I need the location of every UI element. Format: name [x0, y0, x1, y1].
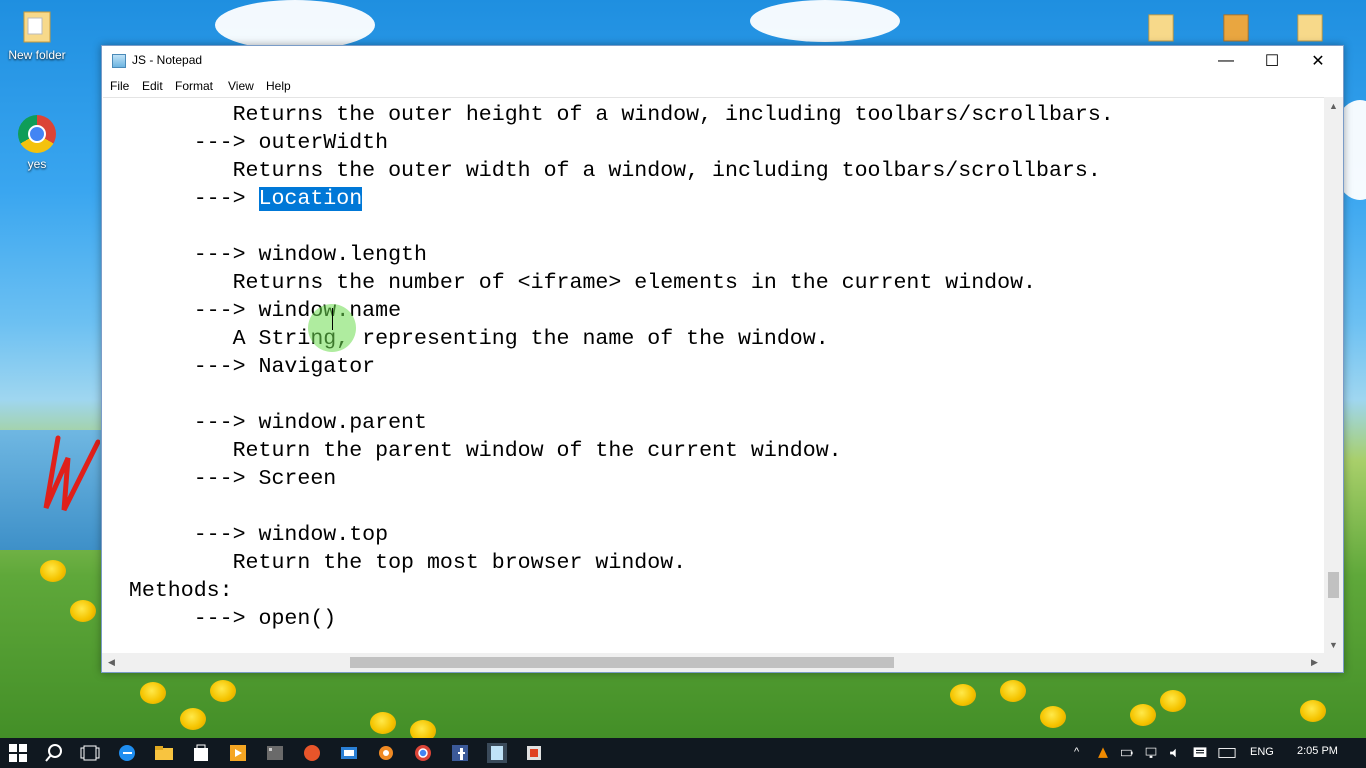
scroll-down-arrow-icon[interactable]: ▼ [1324, 636, 1343, 653]
editor-line: ---> window.parent [103, 411, 427, 435]
cloud [750, 0, 900, 42]
taskbar: ^ ENG 2:05 PM [0, 738, 1366, 768]
editor-line: Methods: [103, 579, 233, 603]
editor-line: A String, representing the name of the w… [103, 327, 829, 351]
flower [210, 680, 236, 702]
editor-line: ---> window.length [103, 243, 427, 267]
network-icon[interactable] [1144, 743, 1158, 763]
flower [1160, 690, 1186, 712]
horizontal-scroll-thumb[interactable] [350, 657, 894, 668]
text-editor[interactable]: Returns the outer height of a window, in… [103, 97, 1324, 654]
horizontal-scrollbar[interactable]: ◀ ▶ [102, 653, 1324, 672]
flower [950, 684, 976, 706]
desktop-icon-new-folder[interactable]: New folder [2, 10, 72, 62]
clock-time[interactable]: 2:05 PM [1297, 745, 1338, 757]
desktop-icon-chrome[interactable]: yes [2, 115, 72, 171]
editor-line: ---> window.top [103, 523, 389, 547]
line-prefix: ---> [103, 187, 259, 211]
text-cursor-icon [332, 308, 333, 330]
edge-icon[interactable] [117, 743, 137, 763]
facebook-icon[interactable] [450, 743, 470, 763]
flower [140, 682, 166, 704]
folder-icon[interactable] [1296, 10, 1324, 44]
app-icon[interactable] [524, 743, 544, 763]
editor-line: ---> open() [103, 607, 337, 631]
volume-icon[interactable] [1168, 743, 1182, 763]
search-icon[interactable] [44, 743, 64, 763]
flower [1000, 680, 1026, 702]
film-icon[interactable] [265, 743, 285, 763]
task-view-icon[interactable] [80, 743, 100, 763]
app-icon[interactable] [302, 743, 322, 763]
battery-icon[interactable] [1120, 743, 1134, 763]
flower [40, 560, 66, 582]
flower [1040, 706, 1066, 728]
scroll-up-arrow-icon[interactable]: ▲ [1324, 97, 1343, 114]
store-icon[interactable] [191, 743, 211, 763]
cloud [215, 0, 375, 50]
media-player-icon[interactable] [228, 743, 248, 763]
app-icon[interactable] [376, 743, 396, 763]
editor-line: ---> Screen [103, 467, 337, 491]
vlc-icon[interactable] [1096, 743, 1110, 763]
window-title: JS - Notepad [132, 53, 203, 67]
tray-expand-icon[interactable]: ^ [1074, 746, 1079, 758]
chrome-taskbar-icon[interactable] [413, 743, 433, 763]
editor-line: Returns the number of <iframe> elements … [103, 271, 1037, 295]
flower [70, 600, 96, 622]
scroll-right-arrow-icon[interactable]: ▶ [1305, 654, 1324, 671]
title-bar[interactable]: JS - Notepad — ☐ ✕ [102, 46, 1343, 76]
flower [1300, 700, 1326, 722]
desktop-icon-label: New folder [8, 48, 66, 62]
size-grip[interactable] [1324, 653, 1343, 672]
editor-line: Returns the outer width of a window, inc… [103, 159, 1101, 183]
editor-line: ---> Navigator [103, 355, 376, 379]
menu-bar: File Edit Format View Help [102, 76, 1343, 96]
action-center-icon[interactable] [1192, 743, 1208, 763]
flower [1130, 704, 1156, 726]
close-button[interactable]: ✕ [1295, 46, 1341, 76]
editor-line: ---> Location [103, 185, 363, 213]
file-explorer-icon[interactable] [154, 743, 174, 763]
editor-line: ---> outerWidth [103, 131, 389, 155]
editor-line: Return the top most browser window. [103, 551, 687, 575]
app-icon[interactable] [339, 743, 359, 763]
folder-icon [23, 11, 51, 43]
language-indicator[interactable]: ENG [1250, 746, 1274, 758]
menu-file[interactable]: File [110, 79, 129, 93]
notepad-icon [112, 54, 126, 68]
flower [180, 708, 206, 730]
folder-icon[interactable] [1222, 10, 1250, 44]
notepad-taskbar-icon[interactable] [487, 743, 507, 763]
keyboard-icon[interactable] [1218, 743, 1236, 763]
maximize-button[interactable]: ☐ [1249, 46, 1295, 76]
selected-text[interactable]: Location [258, 187, 363, 211]
menu-view[interactable]: View [228, 79, 254, 93]
desktop-icon-label: yes [27, 157, 47, 171]
windows-start-icon[interactable] [8, 743, 28, 763]
editor-line: Return the parent window of the current … [103, 439, 842, 463]
menu-edit[interactable]: Edit [142, 79, 163, 93]
vertical-scrollbar[interactable]: ▲ ▼ [1324, 97, 1343, 653]
vertical-scroll-thumb[interactable] [1328, 572, 1339, 598]
folder-icon[interactable] [1147, 10, 1175, 44]
flower [370, 712, 396, 734]
chrome-icon [18, 115, 56, 153]
red-scribble [43, 435, 100, 512]
editor-line: Returns the outer height of a window, in… [103, 103, 1114, 127]
minimize-button[interactable]: — [1203, 46, 1249, 76]
editor-line: ---> window.name [103, 299, 402, 323]
scroll-left-arrow-icon[interactable]: ◀ [102, 654, 121, 671]
menu-help[interactable]: Help [266, 79, 291, 93]
menu-format[interactable]: Format [175, 79, 213, 93]
notepad-window[interactable]: JS - Notepad — ☐ ✕ File Edit Format View… [101, 45, 1344, 673]
